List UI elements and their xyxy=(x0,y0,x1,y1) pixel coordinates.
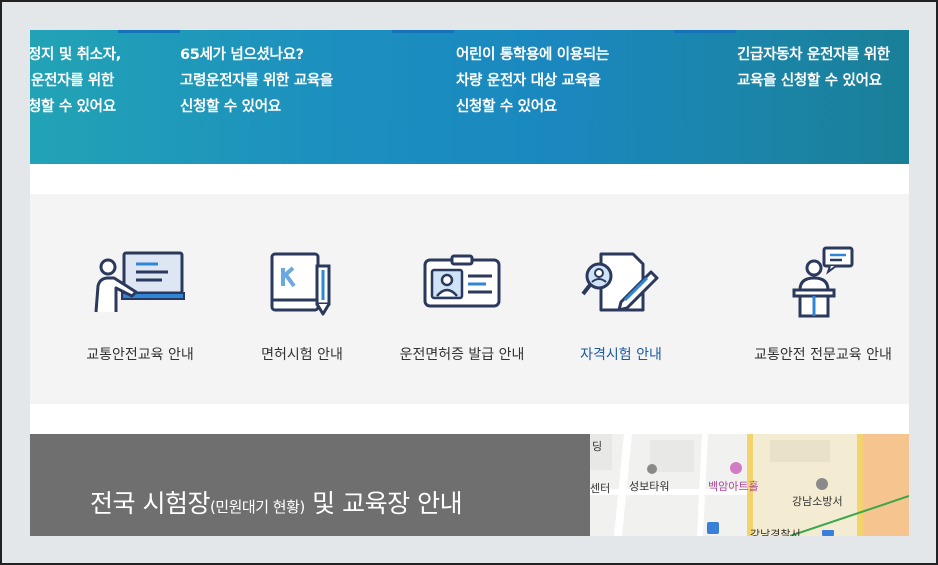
banner-tab-marker xyxy=(392,30,454,33)
guide-item-label: 교통안전교육 안내 xyxy=(86,347,194,363)
section-spacer xyxy=(30,404,909,434)
exam-title-tail: 및 교육장 안내 xyxy=(304,489,463,518)
banner-tab-marker xyxy=(118,30,180,33)
map-label: 강남소방서 xyxy=(792,495,843,508)
banner-tab-marker xyxy=(674,30,736,33)
exam-center-panel[interactable]: 전국 시험장(민원대기 현황) 및 교육장 안내 xyxy=(30,434,590,536)
exam-center-title: 전국 시험장(민원대기 현황) 및 교육장 안내 xyxy=(90,484,463,520)
banner-line: 정지 및 취소자, xyxy=(30,47,121,63)
map-label: 센터 xyxy=(590,482,611,495)
guide-item-license-exam[interactable]: 면허시험 안내 xyxy=(217,194,387,404)
banner-line: 어린이 통학용에 이용되는 xyxy=(456,47,609,63)
banner-item-school-bus-drivers[interactable]: 어린이 통학용에 이용되는 차량 운전자 대상 교육을 신청할 수 있어요 xyxy=(456,42,609,120)
banner-item-elderly-drivers[interactable]: 65세가 넘으셨나요? 고령운전자를 위한 교육을 신청할 수 있어요 xyxy=(180,42,333,120)
guide-item-traffic-safety-education[interactable]: 교통안전교육 안내 xyxy=(55,194,225,404)
banner-line: 청할 수 있어요 xyxy=(30,99,116,115)
map-label: 딩 xyxy=(592,440,603,453)
lecturer-podium-icon xyxy=(792,246,854,318)
document-search-pen-icon xyxy=(581,252,659,312)
banner-line: 65세가 넘으셨나요? xyxy=(180,47,304,63)
map-label: 백암아트홀 xyxy=(708,480,759,493)
banner-line: 신청할 수 있어요 xyxy=(180,99,281,115)
guide-item-label: 교통안전 전문교육 안내 xyxy=(754,347,892,363)
id-card-icon xyxy=(423,254,501,308)
section-spacer xyxy=(30,164,909,194)
map-label: 강남경찰서 xyxy=(750,528,801,536)
guide-item-label: 면허시험 안내 xyxy=(261,347,343,363)
exam-title-main: 전국 시험장 xyxy=(90,489,210,518)
banner-line: 교육을 신청할 수 있어요 xyxy=(737,73,882,89)
guide-item-label: 운전면허증 발급 안내 xyxy=(399,347,525,363)
banner-item-emergency-drivers[interactable]: 긴급자동차 운전자를 위한 교육을 신청할 수 있어요 xyxy=(737,42,890,94)
map-label: 성보타워 xyxy=(629,480,670,493)
banner-line: 고령운전자를 위한 교육을 xyxy=(180,73,333,89)
banner-line: 운전자를 위한 xyxy=(31,73,114,89)
guide-menu: 교통안전교육 안내 면허시험 안내 운전면허증 발급 안내 자격시험 안내 교통… xyxy=(30,194,909,404)
banner-item-suspended-drivers[interactable]: 정지 및 취소자, 운전자를 위한 청할 수 있어요 xyxy=(30,42,121,120)
guide-item-license-issuance[interactable]: 운전면허증 발급 안내 xyxy=(377,194,547,404)
banner-line: 신청할 수 있어요 xyxy=(456,99,557,115)
banner-line: 긴급자동차 운전자를 위한 xyxy=(737,47,890,63)
guide-item-qualification-exam[interactable]: 자격시험 안내 xyxy=(536,194,706,404)
education-banner: 정지 및 취소자, 운전자를 위한 청할 수 있어요 65세가 넘으셨나요? 고… xyxy=(30,30,909,164)
exam-title-sub: (민원대기 현황) xyxy=(209,498,305,516)
license-book-pen-icon xyxy=(270,252,331,316)
banner-line: 차량 운전자 대상 교육을 xyxy=(456,73,601,89)
teacher-board-icon xyxy=(94,251,185,313)
location-map[interactable]: 딩 센터 성보타워 백암아트홀 강남소방서 강남경찰서 xyxy=(590,434,909,536)
guide-item-professional-education[interactable]: 교통안전 전문교육 안내 xyxy=(738,194,908,404)
guide-item-label: 자격시험 안내 xyxy=(580,347,662,363)
